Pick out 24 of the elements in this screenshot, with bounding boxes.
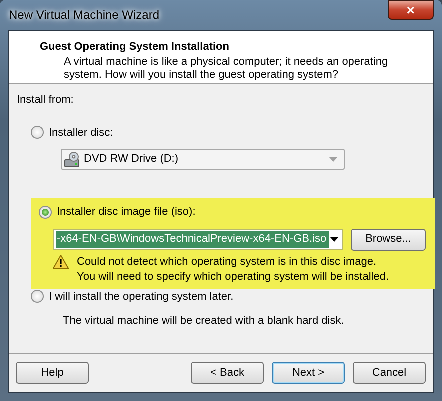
warning-text: You will need to specify which operating system will be installed. — [77, 270, 390, 284]
help-button[interactable]: Help — [16, 362, 89, 384]
header-title: Guest Operating System Installation — [40, 40, 230, 55]
header-description: A virtual machine is like a physical computer; it needs an operating system. How will you install the guest operating system? — [63, 56, 390, 82]
warning-text: Could not detect which operating system is in this disc image. — [77, 254, 378, 270]
caret-icon — [330, 237, 340, 242]
window-title: New Virtual Machine Wizard — [8, 7, 160, 24]
radio-label: I will install the operating system later. — [49, 290, 234, 304]
radio-label: Installer disc: — [49, 126, 114, 140]
section-label: Install from: — [17, 93, 75, 108]
browse-button[interactable]: Browse... — [351, 228, 426, 250]
close-button[interactable]: × — [388, 0, 434, 20]
disc-drive-icon — [64, 152, 80, 168]
cancel-button[interactable]: Cancel — [353, 362, 426, 384]
radio-button[interactable] — [39, 206, 52, 219]
radio-label: Installer disc image file (iso): — [57, 205, 196, 220]
iso-path-field[interactable]: -x64-EN-GB\WindowsTechnicalPreview-x64-EN-GB.iso — [53, 229, 343, 250]
dropdown-value: DVD RW Drive (D:) — [84, 152, 180, 168]
warning-icon — [53, 254, 69, 268]
note-text: The virtual machine will be created with a blank hard disk. — [63, 314, 346, 329]
radio-button[interactable] — [31, 290, 44, 304]
caret-icon — [329, 157, 338, 162]
back-button[interactable]: < Back — [191, 362, 264, 384]
next-button[interactable]: Next > — [272, 362, 345, 384]
